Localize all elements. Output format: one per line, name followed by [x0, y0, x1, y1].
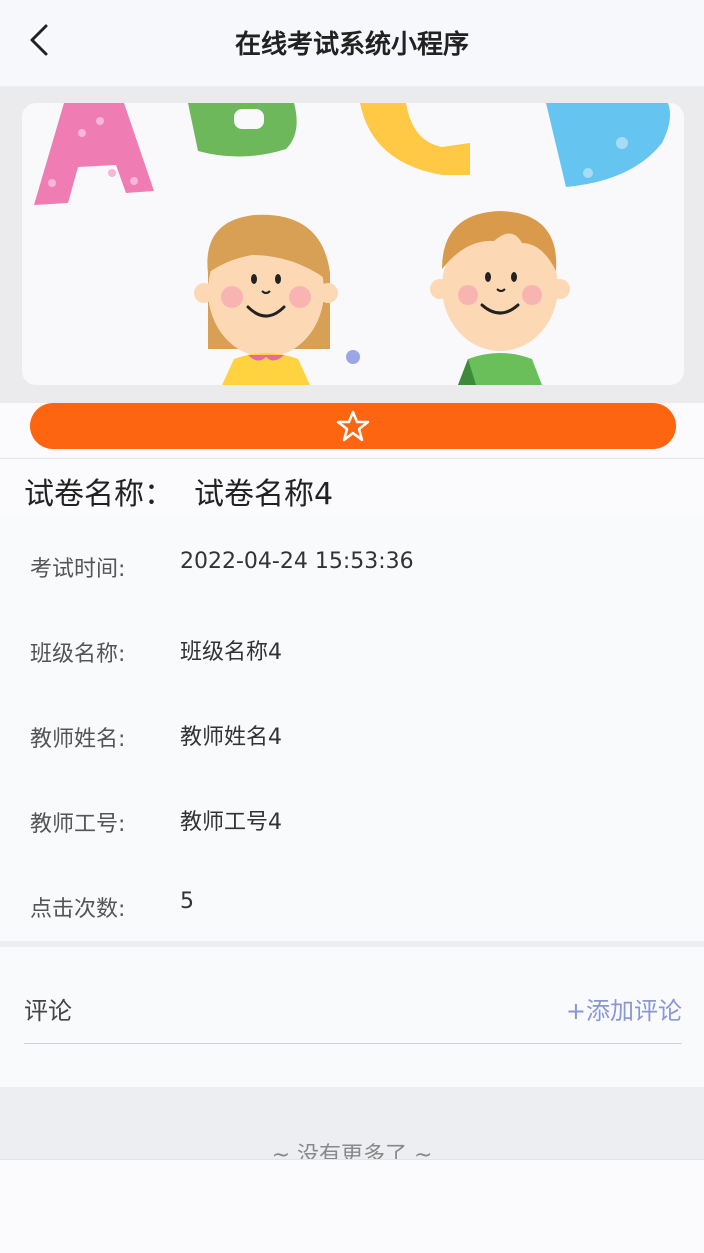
info-value: 教师姓名4: [180, 725, 282, 750]
favorite-button[interactable]: [30, 403, 676, 449]
page-title: 在线考试系统小程序: [234, 30, 469, 60]
info-label: 点击次数:: [30, 897, 126, 922]
paper-name-value: 试卷名称4: [194, 477, 334, 512]
info-row-teacher-name: 教师姓名: 教师姓名4: [0, 713, 704, 753]
boy-illustration: [430, 211, 570, 385]
info-value: 班级名称4: [180, 640, 282, 665]
letter-a-graphic: [34, 103, 154, 205]
letter-d-graphic: [546, 103, 670, 187]
banner-image: [22, 103, 684, 385]
add-comment-button[interactable]: +添加评论: [566, 991, 682, 1026]
info-row-class-name: 班级名称: 班级名称4: [0, 628, 704, 668]
paper-name-row: 试卷名称： 试卷名称4: [0, 458, 704, 518]
girl-illustration: [194, 214, 338, 385]
info-label: 班级名称:: [30, 642, 126, 667]
letter-c-graphic: [360, 103, 470, 175]
info-row-exam-time: 考试时间: 2022-04-24 15:53:36: [0, 543, 704, 583]
exam-info-section: 考试时间: 2022-04-24 15:53:36 班级名称: 班级名称4 教师…: [0, 517, 704, 941]
paper-name-label: 试卷名称：: [24, 477, 174, 512]
info-value: 2022-04-24 15:53:36: [180, 549, 414, 574]
nav-bar: 在线考试系统小程序: [0, 0, 704, 87]
info-label: 教师工号:: [30, 812, 126, 837]
info-label: 考试时间:: [30, 557, 126, 582]
letter-b-graphic: [188, 103, 297, 157]
bottom-bar: [0, 1159, 704, 1253]
info-row-click-count: 点击次数: 5: [0, 883, 704, 923]
info-value: 5: [180, 889, 194, 914]
comment-title: 评论: [24, 997, 72, 1025]
banner-carousel[interactable]: [0, 87, 704, 403]
info-label: 教师姓名:: [30, 727, 126, 752]
list-footer: ~ 没有更多了 ~: [0, 1087, 704, 1168]
info-value: 教师工号4: [180, 810, 282, 835]
carousel-indicator-dot[interactable]: [346, 350, 360, 364]
info-row-teacher-id: 教师工号: 教师工号4: [0, 798, 704, 838]
comment-divider: [24, 1043, 682, 1044]
star-outline-icon: [336, 410, 370, 442]
comment-section: 评论 +添加评论: [0, 947, 704, 1087]
favorite-area: [0, 403, 704, 457]
